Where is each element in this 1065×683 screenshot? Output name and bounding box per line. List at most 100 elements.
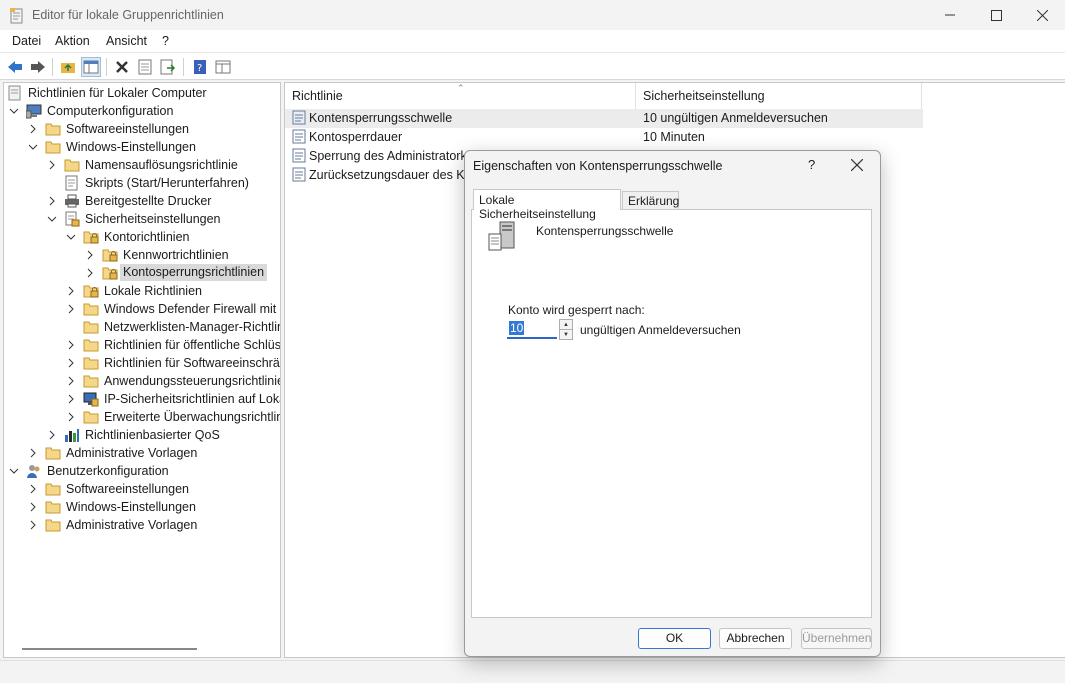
spin-down-icon[interactable]: ▼: [560, 330, 572, 340]
dialog-help-button[interactable]: ?: [808, 157, 815, 172]
tree-item-software-settings[interactable]: Softwareeinstellungen: [28, 120, 278, 138]
folder-icon: [45, 499, 61, 515]
chevron-right-icon[interactable]: [28, 501, 38, 513]
tree-item-account-policies[interactable]: Kontorichtlinien: [66, 228, 278, 246]
apply-button[interactable]: Übernehmen: [801, 628, 872, 649]
folder-up-icon: [61, 63, 75, 73]
tree-item-password-policies[interactable]: Kennwortrichtlinien: [85, 246, 278, 264]
column-header-setting[interactable]: Sicherheitseinstellung: [636, 83, 921, 109]
tree-item-deployed-printers[interactable]: Bereitgestellte Drucker: [47, 192, 279, 210]
folder-icon: [83, 355, 99, 371]
chevron-right-icon[interactable]: [66, 285, 76, 297]
folder-icon: [64, 157, 80, 173]
chevron-down-icon[interactable]: [28, 141, 38, 153]
chevron-down-icon[interactable]: [9, 465, 19, 477]
tree-item-account-lockout-policies[interactable]: Kontosperrungsrichtlinien: [85, 264, 278, 282]
sort-ascending-icon: ⌃: [457, 83, 465, 93]
tree-item-advanced-audit-policy[interactable]: Erweiterte Überwachungsrichtlinienkonfig…: [66, 408, 280, 426]
menu-bar: Datei Aktion Ansicht ?: [0, 30, 1065, 52]
security-settings-icon: [64, 211, 80, 227]
chevron-right-icon[interactable]: [28, 519, 38, 531]
export-list-button[interactable]: [158, 57, 178, 77]
lockout-threshold-label: Konto wird gesperrt nach:: [508, 303, 645, 317]
dialog-close-button[interactable]: [849, 157, 865, 173]
cancel-button[interactable]: Abbrechen: [719, 628, 792, 649]
close-icon: [1036, 9, 1048, 21]
minimize-button[interactable]: [927, 0, 973, 30]
list-row[interactable]: Kontensperrungsschwelle 10 ungültigen An…: [285, 109, 923, 128]
console-tree[interactable]: Richtlinien für Lokaler Computer Compute…: [3, 82, 281, 658]
policy-name: Kontensperrungsschwelle: [536, 224, 674, 238]
menu-help[interactable]: ?: [162, 34, 169, 48]
tree-item-policy-based-qos[interactable]: Richtlinienbasierter QoS: [47, 426, 279, 444]
chevron-right-icon[interactable]: [85, 249, 95, 261]
menu-file[interactable]: Datei: [12, 34, 41, 48]
folder-icon: [45, 121, 61, 137]
chevron-right-icon[interactable]: [66, 411, 76, 423]
chevron-down-icon[interactable]: [66, 231, 76, 243]
printer-icon: [64, 193, 80, 209]
view-button[interactable]: [213, 57, 233, 77]
console-tree-icon: [83, 60, 99, 74]
close-button[interactable]: [1019, 0, 1065, 30]
show-hide-tree-button[interactable]: [81, 57, 101, 77]
list-row[interactable]: Kontosperrdauer 10 Minuten: [285, 128, 923, 147]
maximize-button[interactable]: [973, 0, 1019, 30]
computer-icon: [25, 103, 42, 119]
lockout-threshold-input[interactable]: 10: [507, 319, 557, 339]
tree-item-software-restriction-policies[interactable]: Richtlinien für Softwareeinschränkung: [66, 354, 280, 372]
chevron-right-icon[interactable]: [28, 483, 38, 495]
threshold-spinner[interactable]: ▲ ▼: [559, 319, 573, 340]
tree-item-administrative-templates[interactable]: Administrative Vorlagen: [28, 444, 278, 462]
tab-local-security-setting[interactable]: Lokale Sicherheitseinstellung: [473, 189, 621, 221]
tree-item-ip-security-policies[interactable]: IP-Sicherheitsrichtlinien auf Lokaler Co…: [66, 390, 280, 408]
bar-chart-icon: [64, 427, 80, 443]
policy-setting-icon: [292, 167, 306, 182]
chevron-right-icon[interactable]: [28, 447, 38, 459]
chevron-right-icon[interactable]: [66, 393, 76, 405]
tree-item-name-resolution-policy[interactable]: Namensauflösungsrichtlinie: [47, 156, 279, 174]
tree-item-user-configuration[interactable]: Benutzerkonfiguration: [9, 462, 279, 480]
ok-button[interactable]: OK: [638, 628, 711, 649]
properties-button[interactable]: [135, 57, 155, 77]
delete-button[interactable]: [112, 57, 132, 77]
chevron-right-icon[interactable]: [85, 267, 95, 279]
tree-item-scripts[interactable]: Skripts (Start/Herunterfahren): [47, 174, 279, 192]
tree-item-user-windows-settings[interactable]: Windows-Einstellungen: [28, 498, 278, 516]
tree-item-user-software-settings[interactable]: Softwareeinstellungen: [28, 480, 278, 498]
tree-item-network-list-manager-policies[interactable]: Netzwerklisten-Manager-Richtlinien: [66, 318, 280, 336]
tree-item-application-control-policies[interactable]: Anwendungssteuerungsrichtlinien: [66, 372, 280, 390]
chevron-right-icon[interactable]: [66, 303, 76, 315]
spin-up-icon[interactable]: ▲: [560, 320, 572, 330]
forward-button[interactable]: [28, 57, 48, 77]
chevron-right-icon[interactable]: [66, 339, 76, 351]
chevron-right-icon[interactable]: [47, 429, 57, 441]
tab-explain[interactable]: Erklärung: [622, 191, 679, 209]
back-button[interactable]: [5, 57, 25, 77]
tree-item-computer-configuration[interactable]: Computerkonfiguration: [9, 102, 279, 120]
menu-view[interactable]: Ansicht: [106, 34, 147, 48]
tree-item-security-settings[interactable]: Sicherheitseinstellungen: [47, 210, 279, 228]
tree-item-local-computer-policy[interactable]: Richtlinien für Lokaler Computer: [6, 84, 276, 102]
chevron-down-icon[interactable]: [47, 213, 57, 225]
up-folder-button[interactable]: [58, 57, 78, 77]
tree-item-user-administrative-templates[interactable]: Administrative Vorlagen: [28, 516, 278, 534]
chevron-right-icon[interactable]: [28, 123, 38, 135]
chevron-right-icon[interactable]: [66, 357, 76, 369]
export-icon: [160, 59, 176, 75]
chevron-right-icon[interactable]: [47, 159, 57, 171]
chevron-right-icon[interactable]: [66, 375, 76, 387]
chevron-right-icon[interactable]: [47, 195, 57, 207]
horizontal-scrollbar[interactable]: [22, 648, 197, 650]
tree-item-windows-settings[interactable]: Windows-Einstellungen: [28, 138, 278, 156]
chevron-down-icon[interactable]: [9, 105, 19, 117]
tree-item-windows-defender-firewall[interactable]: Windows Defender Firewall mit erweiterte…: [66, 300, 280, 318]
server-policy-icon: [486, 220, 520, 254]
title-bar: Editor für lokale Gruppenrichtlinien: [0, 0, 1065, 30]
help-button[interactable]: ?: [190, 57, 210, 77]
delete-icon: [116, 61, 128, 73]
tree-item-public-key-policies[interactable]: Richtlinien für öffentliche Schlüssel: [66, 336, 280, 354]
toolbar: ?: [0, 52, 1065, 80]
tree-item-local-policies[interactable]: Lokale Richtlinien: [66, 282, 278, 300]
menu-action[interactable]: Aktion: [55, 34, 90, 48]
